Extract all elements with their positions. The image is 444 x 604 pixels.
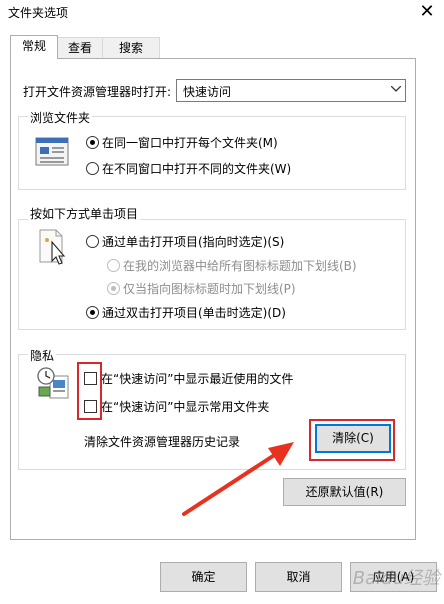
underline-hover-label[interactable]: 仅当指向图标标题时加下划线(P) [123,280,296,297]
click-items-legend: 按如下方式单击项目 [28,205,141,222]
tab-strip: 常规 查看 搜索 [10,35,404,59]
window-title: 文件夹选项 [8,6,69,20]
privacy-legend: 隐私 [28,347,57,364]
watermark-logo: Baidu经验 [352,568,440,589]
window-folder-icon [35,137,69,166]
open-explorer-value: 快速访问 [183,85,232,99]
tab-view[interactable]: 查看 [56,37,104,59]
tab-search[interactable]: 搜索 [102,37,160,59]
radio-underline-always[interactable] [107,259,120,272]
radio-same-window[interactable] [86,136,99,149]
ok-button[interactable]: 确定 [160,562,247,592]
chevron-down-icon [391,86,401,92]
close-icon[interactable]: ✕ [414,1,440,23]
open-explorer-label: 打开文件资源管理器时打开: [23,85,172,99]
radio-single-click[interactable] [86,235,99,248]
open-explorer-select[interactable]: 快速访问 [176,79,406,102]
tab-general[interactable]: 常规 [10,35,58,59]
restore-defaults-button[interactable]: 还原默认值(R) [283,478,406,506]
arrow-annotation-icon [182,442,294,516]
browse-folders-group [18,116,406,190]
new-window-label[interactable]: 在不同窗口中打开不同的文件夹(W) [102,160,291,177]
clock-documents-icon [37,367,69,399]
same-window-label[interactable]: 在同一窗口中打开每个文件夹(M) [102,134,278,151]
frequent-folders-label[interactable]: 在“快速访问”中显示常用文件夹 [101,398,269,415]
single-click-label[interactable]: 通过单击打开项目(指向时选定)(S) [102,233,284,250]
browse-folders-legend: 浏览文件夹 [28,109,93,126]
checkbox-highlight-box [77,362,102,420]
recent-files-label[interactable]: 在“快速访问”中显示最近使用的文件 [101,370,293,387]
clear-button[interactable]: 清除(C) [315,424,391,453]
double-click-label[interactable]: 通过双击打开项目(单击时选定)(D) [102,304,286,321]
underline-always-label[interactable]: 在我的浏览器中给所有图标标题加下划线(B) [123,257,357,274]
radio-new-window[interactable] [86,162,99,175]
cursor-document-icon [39,229,66,265]
cancel-button[interactable]: 取消 [255,562,342,592]
radio-underline-hover[interactable] [107,282,120,295]
radio-double-click[interactable] [86,306,99,319]
